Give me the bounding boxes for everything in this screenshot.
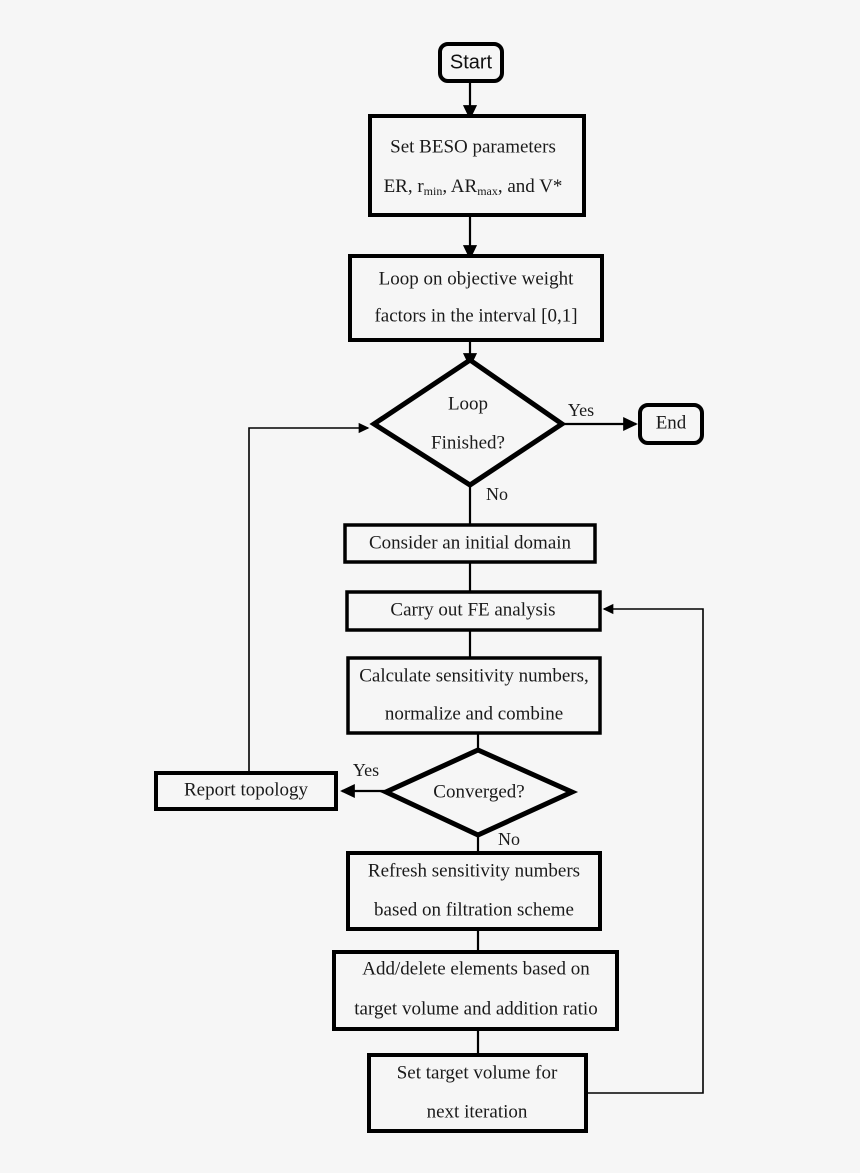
loop-weights-line1: Loop on objective weight <box>379 268 574 289</box>
loop-finished-line2: Finished? <box>431 432 505 453</box>
node-set-params: Set BESO parameters ER, rmin, ARmax, and… <box>368 114 586 217</box>
initial-domain-line1: Consider an initial domain <box>369 532 572 553</box>
add-delete-line2: target volume and addition ratio <box>354 998 597 1019</box>
set-params-shape <box>368 114 586 217</box>
set-target-volume-line2: next iteration <box>427 1101 528 1122</box>
edge-label-converged-yes: Yes <box>353 760 379 780</box>
edge-label-converged-no: No <box>498 829 520 849</box>
fe-analysis-line1: Carry out FE analysis <box>390 599 555 620</box>
add-delete-line1: Add/delete elements based on <box>362 958 590 979</box>
refresh-sensitivity-line2: based on filtration scheme <box>374 899 574 920</box>
node-converged: Converged? Yes No <box>353 747 579 849</box>
node-loop-weights: Loop on objective weight factors in the … <box>348 254 604 342</box>
set-params-sub-max: max <box>477 184 498 198</box>
set-params-line2-b: , AR <box>442 176 477 197</box>
node-fe-analysis: Carry out FE analysis <box>345 590 602 632</box>
set-params-sub-min: min <box>424 184 443 198</box>
node-set-target-volume: Set target volume for next iteration <box>367 1053 588 1133</box>
set-target-volume-line1: Set target volume for <box>397 1062 558 1083</box>
end-label: End <box>656 412 687 433</box>
node-end: End <box>638 403 704 445</box>
set-params-line2: ER, rmin, ARmax, and V* <box>384 176 563 197</box>
set-params-line1: Set BESO parameters <box>390 136 556 157</box>
edge-label-loop-finished-no: No <box>486 484 508 504</box>
node-loop-finished: Loop Finished? Yes No <box>369 356 594 504</box>
node-add-delete: Add/delete elements based on target volu… <box>332 950 619 1031</box>
report-topology-line1: Report topology <box>184 779 309 800</box>
node-refresh-sensitivity: Refresh sensitivity numbers based on fil… <box>346 851 602 931</box>
node-start: Start <box>438 42 504 83</box>
edge-label-loop-finished-yes: Yes <box>568 400 594 420</box>
loop-finished-shape <box>369 356 567 488</box>
loop-finished-line1: Loop <box>448 393 488 414</box>
flowchart-svg: End --> Consider an initial domain --> R… <box>154 42 704 1133</box>
set-params-line2-c: , and V* <box>498 176 563 197</box>
set-params-line2-a: ER, r <box>384 176 425 197</box>
calc-sensitivity-line1: Calculate sensitivity numbers, <box>359 665 589 686</box>
node-initial-domain: Consider an initial domain <box>343 523 597 564</box>
calc-sensitivity-line2: normalize and combine <box>385 703 563 724</box>
converged-line1: Converged? <box>433 781 524 802</box>
node-report-topology: Report topology <box>154 771 338 811</box>
node-calc-sensitivity: Calculate sensitivity numbers, normalize… <box>346 656 602 735</box>
start-label: Start <box>450 51 493 73</box>
loop-weights-line2: factors in the interval [0,1] <box>374 305 577 326</box>
flowchart-canvas: End --> Consider an initial domain --> R… <box>0 0 860 1173</box>
refresh-sensitivity-line1: Refresh sensitivity numbers <box>368 860 580 881</box>
